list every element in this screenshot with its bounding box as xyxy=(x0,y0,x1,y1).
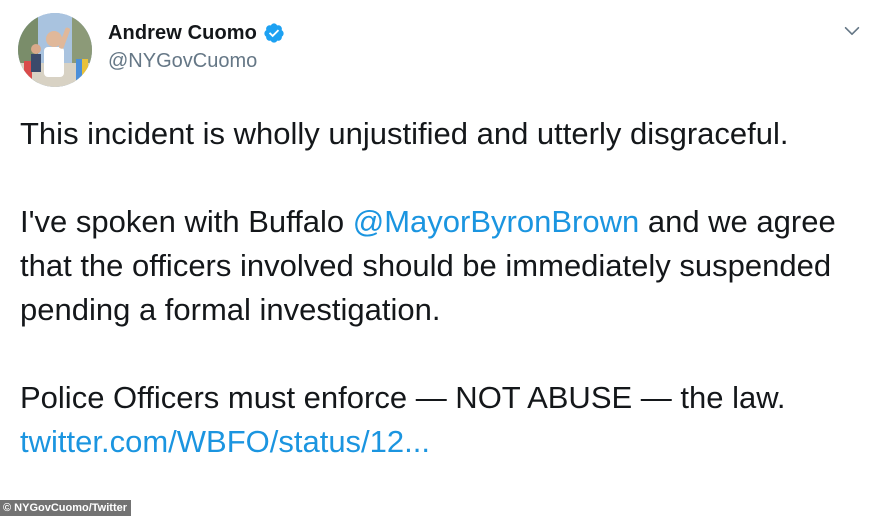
tweet-text-segment: Police Officers must enforce — NOT ABUSE… xyxy=(20,380,786,415)
tweet-link[interactable]: twitter.com/WBFO/status/12... xyxy=(20,424,430,459)
chevron-down-icon[interactable] xyxy=(841,20,863,42)
tweet-text: This incident is wholly unjustified and … xyxy=(20,112,870,464)
tweet-paragraph: Police Officers must enforce — NOT ABUSE… xyxy=(20,376,870,464)
author-handle[interactable]: @NYGovCuomo xyxy=(108,50,257,73)
author-name-row: Andrew Cuomo xyxy=(108,20,285,46)
tweet-paragraph: I've spoken with Buffalo @MayorByronBrow… xyxy=(20,200,870,332)
avatar[interactable] xyxy=(18,13,92,87)
author-display-name[interactable]: Andrew Cuomo xyxy=(108,22,257,45)
verified-badge-icon xyxy=(263,22,285,44)
tweet-text-segment: I've spoken with Buffalo xyxy=(20,204,353,239)
mention-link[interactable]: @MayorByronBrown xyxy=(353,204,639,239)
avatar-photo xyxy=(18,13,92,87)
photo-credit: © NYGovCuomo/Twitter xyxy=(0,500,132,516)
tweet-paragraph: This incident is wholly unjustified and … xyxy=(20,116,789,151)
